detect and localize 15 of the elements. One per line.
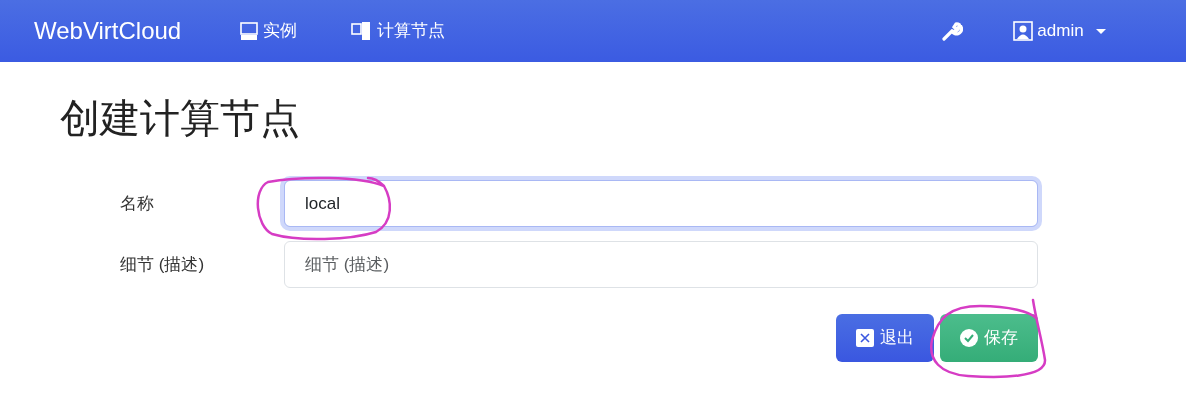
- user-menu[interactable]: admin: [1013, 18, 1106, 44]
- input-field[interactable]: 细节 (描述): [284, 241, 1038, 288]
- monitor-icon: [239, 21, 260, 41]
- close-icon: [856, 329, 874, 347]
- user-icon: [1013, 21, 1034, 41]
- field-label: 名称: [120, 192, 155, 215]
- save-button[interactable]: 保存: [940, 314, 1038, 362]
- nav-link[interactable]: 实例: [239, 18, 298, 44]
- brand-link[interactable]: WebVirtCloud: [34, 13, 182, 49]
- exit-button[interactable]: 退出: [836, 314, 934, 362]
- settings-icon[interactable]: [941, 20, 964, 42]
- nav-link[interactable]: 计算节点: [351, 18, 446, 44]
- field-label: 细节 (描述): [120, 253, 206, 276]
- page-title: 创建计算节点: [60, 95, 301, 142]
- check-circle-icon: [960, 329, 978, 347]
